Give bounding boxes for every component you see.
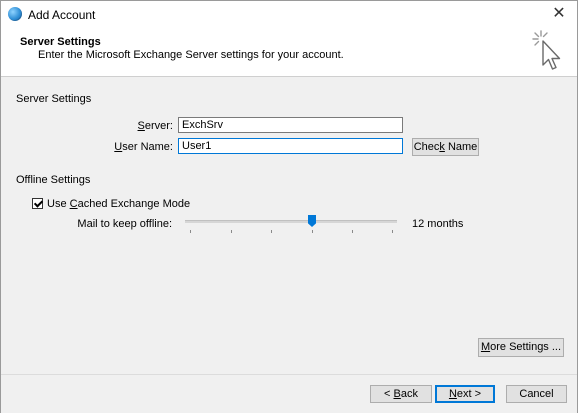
slider-value-text: 12 months [412,218,464,230]
cached-mode-checkbox[interactable] [32,198,43,209]
cached-mode-label[interactable]: Use Cached Exchange Mode [47,198,190,210]
close-icon: ✕ [552,5,566,22]
slider-track [185,220,397,223]
header-description: Enter the Microsoft Exchange Server sett… [38,49,344,61]
check-name-button[interactable]: Check Name [412,138,479,156]
server-label: Server: [137,120,173,132]
slider-tick [271,230,272,233]
slider-tick [312,230,313,233]
header-band: Server Settings Enter the Microsoft Exch… [1,28,577,77]
slider-tick [392,230,393,233]
next-button[interactable]: Next > [435,385,495,403]
username-label: User Name: [114,141,173,153]
title-bar[interactable]: Add Account ✕ [1,1,577,28]
mail-offline-slider[interactable] [185,213,397,235]
header-title: Server Settings [20,36,101,48]
cursor-sparkle-icon [532,30,561,70]
server-input[interactable]: ExchSrv [178,117,403,133]
slider-tick [190,230,191,233]
slider-tick [231,230,232,233]
more-settings-button[interactable]: More Settings ... [478,338,564,357]
dialog-footer: < Back Next > Cancel [1,374,577,413]
slider-thumb[interactable] [308,215,316,227]
close-button[interactable]: ✕ [549,4,569,24]
cancel-button[interactable]: Cancel [506,385,567,403]
server-settings-label: Server Settings [16,93,92,105]
window-title: Add Account [28,8,96,22]
username-input[interactable]: User1 [178,138,403,154]
add-account-dialog: Add Account ✕ Server Settings Enter the … [0,0,578,413]
back-button[interactable]: < Back [370,385,432,403]
outlook-globe-icon [8,7,22,21]
offline-settings-label: Offline Settings [16,174,91,186]
mail-offline-label: Mail to keep offline: [77,218,172,230]
slider-tick [352,230,353,233]
